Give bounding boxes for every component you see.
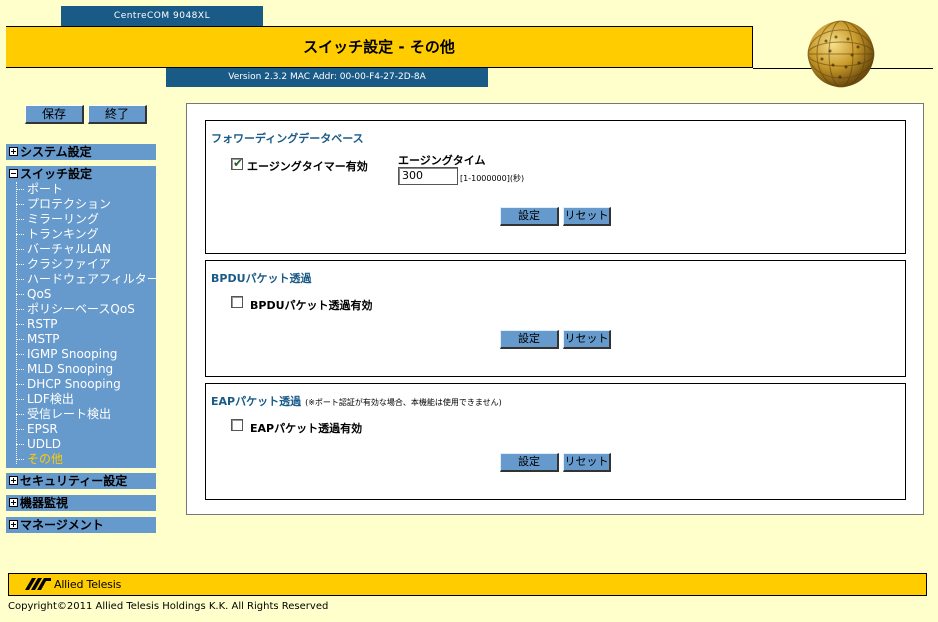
- collapse-minus-icon: [9, 169, 18, 178]
- footer-bar: Allied Telesis: [8, 573, 927, 596]
- page-title: スイッチ設定 - その他: [6, 26, 753, 68]
- aging-time-input[interactable]: 300: [398, 167, 458, 185]
- globe-logo-icon: [807, 20, 875, 88]
- nav-item-policy-qos[interactable]: ポリシーベースQoS: [16, 302, 159, 317]
- bpdu-enable-checkbox[interactable]: [231, 296, 243, 308]
- fdb-set-button[interactable]: 設定: [500, 207, 559, 226]
- bpdu-enable-label: BPDUパケット透過有効: [250, 299, 373, 312]
- nav-item-mld-snooping[interactable]: MLD Snooping: [16, 362, 159, 377]
- bpdu-title: BPDUパケット透過: [211, 272, 312, 285]
- nav-item-port[interactable]: ポート: [16, 182, 159, 197]
- nav-system-settings[interactable]: システム設定: [6, 144, 156, 160]
- aging-time-label: エージングタイム: [398, 154, 486, 167]
- eap-title: EAPパケット透過: [211, 395, 302, 408]
- expand-plus-icon: [9, 520, 18, 529]
- nav-item-trunking[interactable]: トランキング: [16, 227, 159, 242]
- nav-item-other[interactable]: その他: [16, 452, 159, 467]
- expand-plus-icon: [9, 476, 18, 485]
- nav-item-mirroring[interactable]: ミラーリング: [16, 212, 159, 227]
- nav-item-classifier[interactable]: クラシファイア: [16, 257, 159, 272]
- fdb-reset-button[interactable]: リセット: [563, 207, 611, 226]
- aging-time-range: [1-1000000](秒): [460, 174, 525, 183]
- nav-device-monitor[interactable]: 機器監視: [6, 495, 156, 511]
- nav-item-vlan[interactable]: バーチャルLAN: [16, 242, 159, 257]
- eap-title-row: EAPパケット透過 (※ポート認証が有効な場合、本機能は使用できません): [211, 393, 502, 409]
- bpdu-set-button[interactable]: 設定: [500, 330, 559, 349]
- nav-item-ldf[interactable]: LDF検出: [16, 392, 159, 407]
- version-info: Version 2.3.2 MAC Addr: 00-00-F4-27-2D-8…: [166, 68, 488, 87]
- eap-set-button[interactable]: 設定: [500, 453, 559, 472]
- nav-item-udld[interactable]: UDLD: [16, 437, 159, 452]
- save-button[interactable]: 保存: [25, 105, 84, 124]
- main-panel: フォワーディングデータベース ✔ エージングタイマー有効 エージングタイム 30…: [186, 103, 924, 515]
- eap-reset-button[interactable]: リセット: [563, 453, 611, 472]
- allied-telesis-logo-icon: [25, 578, 51, 590]
- expand-plus-icon: [9, 147, 18, 156]
- bpdu-reset-button[interactable]: リセット: [563, 330, 611, 349]
- quit-button[interactable]: 終了: [88, 105, 147, 124]
- nav-item-mstp[interactable]: MSTP: [16, 332, 159, 347]
- switch-submenu: ポート プロテクション ミラーリング トランキング バーチャルLAN クラシファ…: [16, 182, 159, 467]
- nav-management[interactable]: マネージメント: [6, 517, 156, 533]
- nav-item-hardware-filter[interactable]: ハードウェアフィルター: [16, 272, 159, 287]
- fdb-title: フォワーディングデータベース: [211, 132, 364, 145]
- nav-switch-settings: スイッチ設定 ポート プロテクション ミラーリング トランキング バーチャルLA…: [6, 166, 159, 468]
- nav-switch-label: スイッチ設定: [20, 167, 93, 181]
- nav-item-qos[interactable]: QoS: [16, 287, 159, 302]
- copyright: Copyright©2011 Allied Telesis Holdings K…: [8, 601, 329, 612]
- nav-security-settings[interactable]: セキュリティー設定: [6, 473, 156, 489]
- bpdu-section: BPDUパケット透過 BPDUパケット透過有効 設定 リセット: [205, 260, 906, 377]
- nav-management-label: マネージメント: [20, 518, 104, 532]
- nav-item-epsr[interactable]: EPSR: [16, 422, 159, 437]
- nav-monitor-label: 機器監視: [20, 496, 69, 510]
- nav-switch-header[interactable]: スイッチ設定: [6, 166, 156, 182]
- checkmark-icon: ✔: [233, 156, 244, 170]
- logo-text: Allied Telesis: [54, 577, 122, 591]
- nav-item-igmp-snooping[interactable]: IGMP Snooping: [16, 347, 159, 362]
- fdb-section: フォワーディングデータベース ✔ エージングタイマー有効 エージングタイム 30…: [205, 120, 906, 254]
- nav-item-protection[interactable]: プロテクション: [16, 197, 159, 212]
- nav-security-label: セキュリティー設定: [20, 474, 128, 488]
- eap-note: (※ポート認証が有効な場合、本機能は使用できません): [305, 398, 502, 407]
- eap-enable-checkbox[interactable]: [231, 419, 243, 431]
- nav-item-rstp[interactable]: RSTP: [16, 317, 159, 332]
- model-tab: CentreCOM 9048XL: [61, 6, 263, 26]
- aging-timer-label: エージングタイマー有効: [247, 160, 368, 173]
- nav-item-rx-rate[interactable]: 受信レート検出: [16, 407, 159, 422]
- nav-item-dhcp-snooping[interactable]: DHCP Snooping: [16, 377, 159, 392]
- nav-system-label: システム設定: [20, 145, 92, 159]
- eap-section: EAPパケット透過 (※ポート認証が有効な場合、本機能は使用できません) EAPパ…: [205, 383, 906, 500]
- expand-plus-icon: [9, 498, 18, 507]
- aging-timer-checkbox[interactable]: ✔: [231, 156, 244, 170]
- allied-telesis-logo: Allied Telesis: [25, 577, 121, 591]
- eap-enable-label: EAPパケット透過有効: [250, 422, 363, 435]
